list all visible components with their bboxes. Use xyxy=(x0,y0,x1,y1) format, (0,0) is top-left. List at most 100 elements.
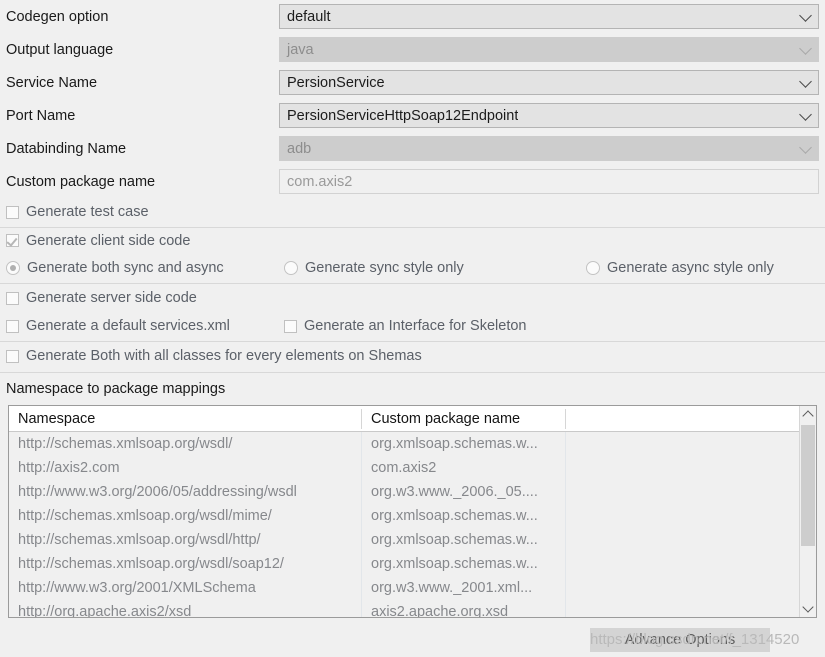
option-row-sync-async-radios: Generate both sync and async Generate sy… xyxy=(0,254,825,282)
combo-value-service-name: PersionService xyxy=(287,74,385,91)
table-row[interactable]: http://schemas.xmlsoap.org/wsdl/soap12/ … xyxy=(9,552,816,576)
checkbox-generate-interface-for-skeleton[interactable]: Generate an Interface for Skeleton xyxy=(284,312,526,340)
header-column-divider[interactable] xyxy=(361,409,362,429)
chevron-down-icon xyxy=(799,41,812,55)
radio-selected-icon xyxy=(6,261,20,275)
label-codegen-option: Codegen option xyxy=(6,8,109,25)
chevron-down-icon xyxy=(802,601,814,613)
combo-value-databinding-name: adb xyxy=(287,140,312,157)
cell-namespace: http://schemas.xmlsoap.org/wsdl/http/ xyxy=(18,532,261,548)
header-column-divider[interactable] xyxy=(565,409,566,429)
option-row-both-all-classes: Generate Both with all classes for every… xyxy=(0,342,825,370)
checkbox-label: Generate a default services.xml xyxy=(26,318,230,334)
checkbox-label: Generate server side code xyxy=(26,290,197,306)
cell-package-name: org.xmlsoap.schemas.w... xyxy=(371,556,538,572)
table-vertical-scrollbar[interactable] xyxy=(799,406,816,617)
table-header-row: Namespace Custom package name xyxy=(9,406,816,432)
scroll-up-button[interactable] xyxy=(800,406,816,423)
radio-generate-async-style-only[interactable]: Generate async style only xyxy=(586,254,774,282)
advance-options-button[interactable]: Advance Options xyxy=(590,628,770,652)
chevron-down-icon xyxy=(799,74,812,88)
combo-port-name[interactable]: PersionServiceHttpSoap12Endpoint xyxy=(279,103,819,128)
cell-package-name: org.w3.www._2006._05.... xyxy=(371,484,538,500)
radio-generate-sync-style-only[interactable]: Generate sync style only xyxy=(284,254,464,282)
combo-value-port-name: PersionServiceHttpSoap12Endpoint xyxy=(287,107,519,124)
table-row[interactable]: http://axis2.com com.axis2 xyxy=(9,456,816,480)
cell-namespace: http://axis2.com xyxy=(18,460,120,476)
radio-label: Generate sync style only xyxy=(305,260,464,276)
label-custom-package-name: Custom package name xyxy=(6,173,156,190)
option-row-server-side: Generate server side code xyxy=(0,284,825,312)
form-row-custom-package-name: Custom package name com.axis2 xyxy=(0,165,825,198)
cell-namespace: http://www.w3.org/2006/05/addressing/wsd… xyxy=(18,484,297,500)
label-output-language: Output language xyxy=(6,41,114,58)
checkbox-icon xyxy=(284,319,297,333)
column-header-namespace[interactable]: Namespace xyxy=(9,406,95,432)
checkbox-icon xyxy=(6,291,19,305)
combo-databinding-name: adb xyxy=(279,136,819,161)
table-row[interactable]: http://schemas.xmlsoap.org/wsdl/http/ or… xyxy=(9,528,816,552)
chevron-down-icon xyxy=(799,140,812,154)
cell-package-name: axis2.apache.org.xsd xyxy=(371,604,509,618)
table-row[interactable]: http://schemas.xmlsoap.org/wsdl/mime/ or… xyxy=(9,504,816,528)
namespace-mappings-table: Namespace Custom package name http://sch… xyxy=(8,405,817,618)
checkbox-checked-icon xyxy=(6,234,19,247)
cell-namespace: http://www.w3.org/2001/XMLSchema xyxy=(18,580,256,596)
column-header-blank[interactable] xyxy=(566,406,575,432)
checkbox-icon xyxy=(6,349,19,363)
scroll-down-button[interactable] xyxy=(800,600,816,617)
chevron-down-icon xyxy=(799,107,812,121)
chevron-down-icon xyxy=(799,8,812,22)
combo-output-language: java xyxy=(279,37,819,62)
checkbox-generate-test-case[interactable]: Generate test case xyxy=(6,198,149,226)
scrollbar-thumb[interactable] xyxy=(801,425,815,546)
radio-generate-both-sync-and-async[interactable]: Generate both sync and async xyxy=(6,254,224,282)
table-body: http://schemas.xmlsoap.org/wsdl/ org.xml… xyxy=(9,432,816,618)
cell-package-name: org.xmlsoap.schemas.w... xyxy=(371,532,538,548)
radio-label: Generate async style only xyxy=(607,260,774,276)
cell-package-name: com.axis2 xyxy=(371,460,437,476)
section-divider xyxy=(0,372,825,373)
cell-namespace: http://schemas.xmlsoap.org/wsdl/soap12/ xyxy=(18,556,284,572)
combo-service-name[interactable]: PersionService xyxy=(279,70,819,95)
form-row-service-name: Service Name PersionService xyxy=(0,66,825,99)
combo-value-output-language: java xyxy=(287,41,314,58)
cell-package-name: org.xmlsoap.schemas.w... xyxy=(371,436,538,452)
input-custom-package-name[interactable]: com.axis2 xyxy=(279,169,819,194)
checkbox-label: Generate an Interface for Skeleton xyxy=(304,318,527,334)
option-row-client-side: Generate client side code xyxy=(0,227,825,254)
label-service-name: Service Name xyxy=(6,74,98,91)
checkbox-generate-both-all-classes[interactable]: Generate Both with all classes for every… xyxy=(6,342,422,370)
checkbox-label: Generate test case xyxy=(26,204,149,220)
form-row-codegen-option: Codegen option default xyxy=(0,0,825,33)
checkbox-label: Generate Both with all classes for every… xyxy=(26,348,422,364)
checkbox-label: Generate client side code xyxy=(26,232,191,249)
checkbox-icon xyxy=(6,205,19,219)
label-port-name: Port Name xyxy=(6,107,76,124)
checkbox-generate-server-side-code[interactable]: Generate server side code xyxy=(6,284,197,312)
checkbox-generate-client-side-code[interactable]: Generate client side code xyxy=(6,227,190,254)
codegen-options-panel: Codegen option default Output language j… xyxy=(0,0,825,657)
table-row[interactable]: http://org.apache.axis2/xsd axis2.apache… xyxy=(9,600,816,618)
namespace-mappings-title: Namespace to package mappings xyxy=(6,381,226,397)
table-row[interactable]: http://schemas.xmlsoap.org/wsdl/ org.xml… xyxy=(9,432,816,456)
cell-namespace: http://org.apache.axis2/xsd xyxy=(18,604,192,618)
input-value-custom-package-name: com.axis2 xyxy=(287,173,353,190)
radio-icon xyxy=(284,261,298,275)
cell-namespace: http://schemas.xmlsoap.org/wsdl/mime/ xyxy=(18,508,272,524)
cell-package-name: org.w3.www._2001.xml... xyxy=(371,580,533,596)
combo-codegen-option[interactable]: default xyxy=(279,4,819,29)
column-header-custom-package-name[interactable]: Custom package name xyxy=(362,406,520,432)
option-row-services-xml: Generate a default services.xml Generate… xyxy=(0,312,825,340)
cell-namespace: http://schemas.xmlsoap.org/wsdl/ xyxy=(18,436,233,452)
checkbox-generate-default-services-xml[interactable]: Generate a default services.xml xyxy=(6,312,230,340)
cell-package-name: org.xmlsoap.schemas.w... xyxy=(371,508,538,524)
radio-label: Generate both sync and async xyxy=(27,260,224,276)
form-row-databinding-name: Databinding Name adb xyxy=(0,132,825,165)
label-databinding-name: Databinding Name xyxy=(6,140,127,157)
combo-value-codegen-option: default xyxy=(287,8,331,25)
table-row[interactable]: http://www.w3.org/2006/05/addressing/wsd… xyxy=(9,480,816,504)
table-row[interactable]: http://www.w3.org/2001/XMLSchema org.w3.… xyxy=(9,576,816,600)
generate-options-area: Generate test case Generate client side … xyxy=(0,198,825,373)
chevron-up-icon xyxy=(802,410,814,422)
